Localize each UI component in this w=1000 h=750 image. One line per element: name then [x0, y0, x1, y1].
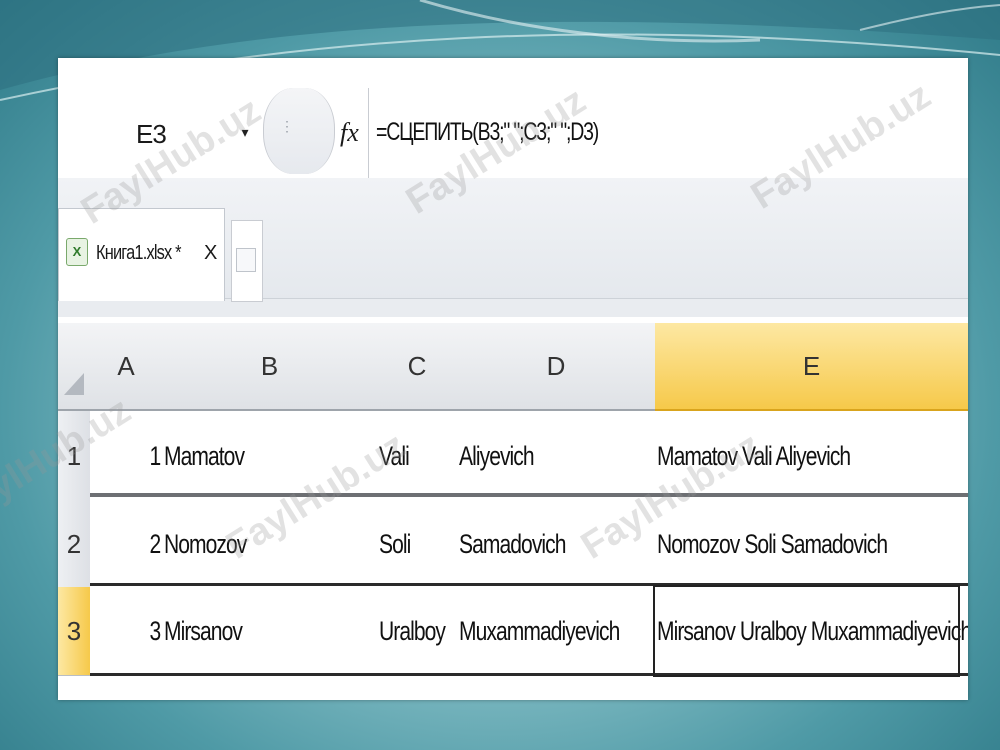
- drag-handle-icon[interactable]: ⋮: [280, 118, 294, 135]
- formula-bar: E3 ▾ ⋮ fx =СЦЕПИТЬ(B3;" ";C3;" ";D3): [58, 58, 968, 179]
- select-all-icon: [64, 373, 84, 395]
- cell-c2[interactable]: Soli: [377, 501, 458, 588]
- column-header-e[interactable]: E: [655, 323, 968, 411]
- cell-c3[interactable]: Uralboy: [377, 587, 458, 676]
- cell-d2[interactable]: Samadovich: [457, 501, 656, 588]
- excel-window: E3 ▾ ⋮ fx =СЦЕПИТЬ(B3;" ";C3;" ";D3) X К…: [58, 58, 968, 700]
- cell-a3[interactable]: 3: [90, 587, 163, 676]
- cell-e1[interactable]: Mamatov Vali Aliyevich: [655, 411, 968, 502]
- cell-e2[interactable]: Nomozov Soli Samadovich: [655, 501, 968, 588]
- row-header-3[interactable]: 3: [58, 587, 91, 676]
- formula-bar-separator: [263, 88, 335, 174]
- cell-d1[interactable]: Aliyevich: [457, 411, 656, 502]
- column-header-c[interactable]: C: [377, 323, 458, 411]
- chevron-down-icon[interactable]: ▾: [238, 122, 252, 142]
- cell-a2[interactable]: 2: [90, 501, 163, 588]
- row-divider: [90, 583, 968, 586]
- row-header-1[interactable]: 1: [58, 411, 91, 502]
- excel-file-icon: X: [66, 238, 88, 266]
- workbook-tab-label: Книга1.xlsx *: [96, 242, 182, 264]
- cell-a1[interactable]: 1: [90, 411, 163, 502]
- select-all-button[interactable]: [58, 323, 91, 411]
- cell-c1[interactable]: Vali: [377, 411, 458, 502]
- cell-d3[interactable]: Muxammadiyevich: [457, 587, 656, 676]
- fx-icon[interactable]: fx: [340, 118, 362, 152]
- spreadsheet-grid: A B C D E 1 1 Mamatov Vali Aliyevich Mam…: [58, 323, 968, 700]
- row-divider: [90, 493, 968, 497]
- cell-b3[interactable]: Mirsanov: [162, 587, 378, 676]
- cell-b2[interactable]: Nomozov: [162, 501, 378, 588]
- column-header-b[interactable]: B: [162, 323, 378, 411]
- row-header-2[interactable]: 2: [58, 501, 91, 588]
- cell-b1[interactable]: Mamatov: [162, 411, 378, 502]
- column-header-d[interactable]: D: [457, 323, 656, 411]
- new-document-icon: [236, 248, 256, 272]
- close-icon[interactable]: X: [204, 242, 217, 265]
- cell-e3[interactable]: Mirsanov Uralboy Muxammadiyevich: [655, 587, 968, 676]
- row-divider: [90, 673, 968, 676]
- column-header-a[interactable]: A: [90, 323, 163, 411]
- name-box[interactable]: E3: [118, 116, 286, 152]
- formula-text: =СЦЕПИТЬ(B3;" ";C3;" ";D3): [376, 118, 599, 146]
